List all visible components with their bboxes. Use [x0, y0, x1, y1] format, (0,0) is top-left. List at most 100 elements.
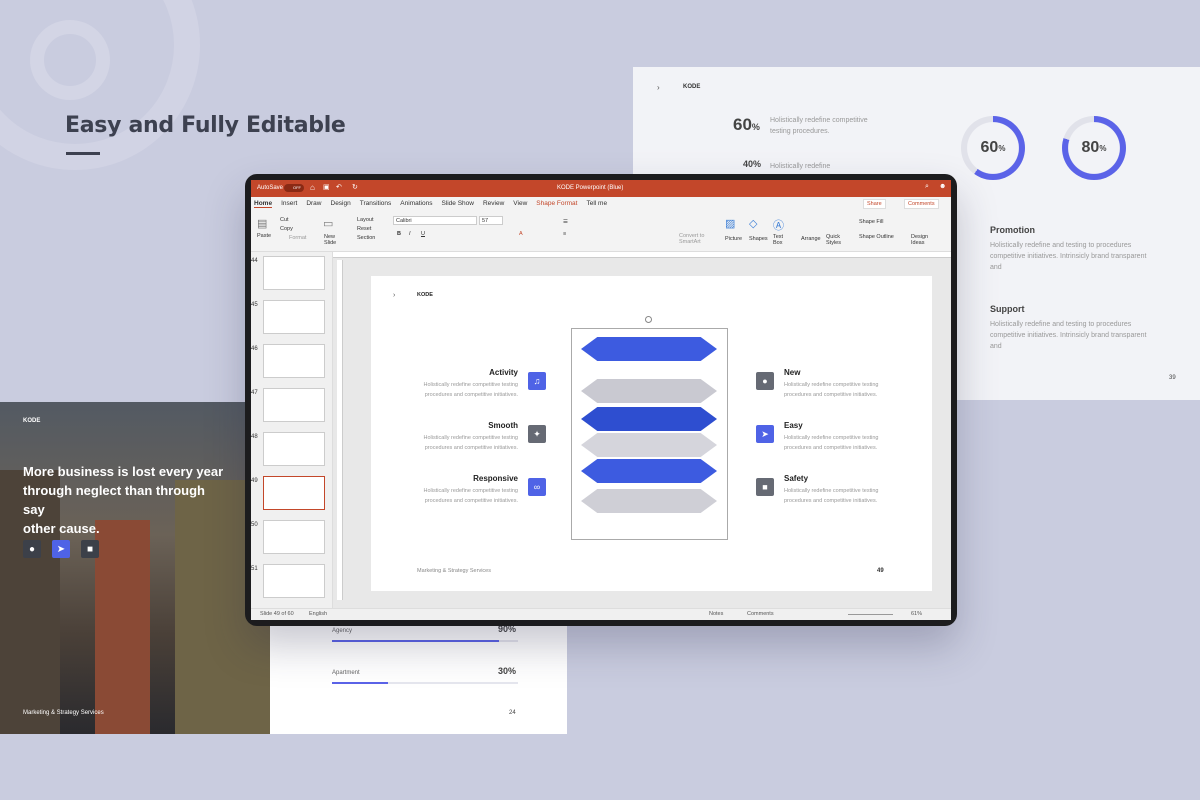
underline-button[interactable]: U [421, 231, 425, 237]
thumbnail-number: 49 [251, 478, 258, 484]
slide-thumbnail[interactable] [263, 256, 325, 290]
tab-draw[interactable]: Draw [306, 200, 321, 208]
gray-layer-1[interactable] [581, 379, 717, 403]
language-label: English [309, 611, 328, 617]
brand-label: KODE [23, 418, 41, 424]
notes-button[interactable]: Notes [709, 611, 723, 617]
slide-thumbnail[interactable] [263, 300, 325, 334]
bar2-label: Apartment [332, 670, 360, 676]
stat1-value: 60% [733, 115, 760, 134]
paste-button[interactable]: Paste [257, 233, 271, 239]
undo-icon[interactable]: ↶ [336, 183, 342, 191]
progress-ring-80: 80% [1062, 116, 1126, 180]
text-box-button[interactable]: Text Box [773, 234, 789, 246]
slide-thumbnail[interactable] [263, 476, 325, 510]
slide-page-number: 49 [877, 568, 884, 574]
support-desc: Holistically redefine and testing to pro… [990, 321, 1147, 350]
gray-layer-3[interactable] [581, 489, 717, 513]
wand-icon: ✦ [528, 425, 546, 443]
autosave-toggle[interactable]: OFF [284, 184, 304, 192]
italic-button[interactable]: I [409, 231, 411, 237]
tab-shape-format[interactable]: Shape Format [536, 200, 577, 208]
tab-view[interactable]: View [513, 200, 527, 208]
slide-thumbnail[interactable] [263, 388, 325, 422]
rotate-handle[interactable] [645, 316, 652, 323]
tab-insert[interactable]: Insert [281, 200, 297, 208]
selection-box[interactable] [571, 316, 728, 540]
powerpoint-window: AutoSave OFF ⌂ ▣ ↶ ↻ KODE Powerpoint (Bl… [251, 180, 951, 620]
slide-thumbnail[interactable] [263, 520, 325, 554]
font-family-select[interactable]: Calibri [393, 216, 477, 225]
user-icon[interactable]: ☻ [939, 183, 946, 190]
save-icon[interactable]: ▣ [323, 183, 330, 191]
feature-desc-line: procedures and competitive initiatives. [424, 445, 518, 451]
page-number: 39 [1169, 375, 1176, 381]
zoom-slider[interactable] [848, 614, 893, 615]
bullets-button[interactable]: ☰ [563, 219, 568, 225]
bold-button[interactable]: B [397, 231, 401, 237]
slide-counter: Slide 49 of 60 [260, 611, 294, 617]
blue-layer-3[interactable] [581, 459, 717, 483]
tab-transitions[interactable]: Transitions [360, 200, 392, 208]
layout-button[interactable]: Layout [357, 217, 374, 223]
thumbnail-number: 45 [251, 302, 258, 308]
design-ideas-button[interactable]: Design Ideas [911, 234, 931, 246]
slide-thumbnails: 44 45 46 47 48 49 50 51 [251, 252, 333, 608]
align-left-button[interactable]: ≡ [563, 231, 566, 237]
feature-desc-line: Holistically redefine competitive testin… [784, 382, 879, 388]
font-color-button[interactable]: A [519, 231, 523, 237]
feature-desc-line: Holistically redefine competitive testin… [423, 488, 518, 494]
ribbon: Home Insert Draw Design Transitions Anim… [251, 197, 951, 252]
font-size-select[interactable]: 57 [479, 216, 503, 225]
cut-button[interactable]: Cut [280, 217, 289, 223]
tab-slide-show[interactable]: Slide Show [441, 200, 474, 208]
tab-home[interactable]: Home [254, 200, 273, 208]
bar2-track [332, 682, 518, 684]
tab-design[interactable]: Design [331, 200, 351, 208]
feature-desc-line: Holistically redefine competitive testin… [423, 382, 518, 388]
page-headline: Easy and Fully Editable [65, 113, 346, 138]
gray-layer-2[interactable] [581, 433, 717, 457]
slide-thumbnail[interactable] [263, 564, 325, 598]
current-slide[interactable]: › KODE ♫ Activity Holistically redefine co… [371, 276, 932, 591]
search-icon[interactable]: ⌕ [925, 183, 929, 191]
feature-desc: Holistically redefine competitive testin… [408, 486, 518, 506]
redo-icon[interactable]: ↻ [352, 183, 358, 191]
reset-button[interactable]: Reset [357, 226, 371, 232]
home-icon[interactable]: ⌂ [310, 183, 315, 192]
thumbnail-number: 44 [251, 258, 258, 264]
picture-button[interactable]: Picture [725, 236, 742, 242]
section-button[interactable]: Section [357, 235, 375, 241]
slide-thumbnail[interactable] [263, 344, 325, 378]
shapes-button[interactable]: Shapes [749, 236, 768, 242]
comments-button[interactable]: Comments [904, 199, 939, 209]
thumbnail-number: 51 [251, 566, 258, 572]
tab-review[interactable]: Review [483, 200, 504, 208]
link-icon: ∞ [528, 478, 546, 496]
blue-layer-1[interactable] [581, 337, 717, 361]
shape-outline-button[interactable]: Shape Outline [859, 234, 894, 240]
building-photo [95, 520, 150, 734]
feature-desc-line: Holistically redefine competitive testin… [423, 435, 518, 441]
tab-animations[interactable]: Animations [400, 200, 432, 208]
progress-ring-60: 60% [961, 116, 1025, 180]
shapes-icon: ◇ [749, 218, 758, 230]
arrange-button[interactable]: Arrange [801, 236, 821, 242]
slide-thumbnail[interactable] [263, 432, 325, 466]
shape-fill-button[interactable]: Shape Fill [859, 219, 883, 225]
ribbon-toolbar: ▤ Paste Cut Copy Format ▭ New Slide Layo… [251, 214, 951, 250]
new-slide-button[interactable]: New Slide [324, 234, 346, 246]
comments-status-button[interactable]: Comments [747, 611, 774, 617]
quick-styles-button[interactable]: Quick Styles [826, 234, 844, 246]
copy-button[interactable]: Copy [280, 226, 293, 232]
feature-title: Responsive [473, 474, 518, 483]
share-button[interactable]: Share [863, 199, 886, 209]
tab-tell-me[interactable]: Tell me [586, 200, 607, 208]
paste-icon: ▤ [257, 218, 268, 230]
convert-smartart-button[interactable]: Convert to SmartArt [679, 233, 715, 245]
bar1-label: Agency [332, 628, 353, 634]
slide-footer: Marketing & Strategy Services [417, 568, 491, 574]
thumbnail-number: 46 [251, 346, 258, 352]
blue-layer-2[interactable] [581, 407, 717, 431]
format-painter-button[interactable]: Format [289, 235, 306, 241]
